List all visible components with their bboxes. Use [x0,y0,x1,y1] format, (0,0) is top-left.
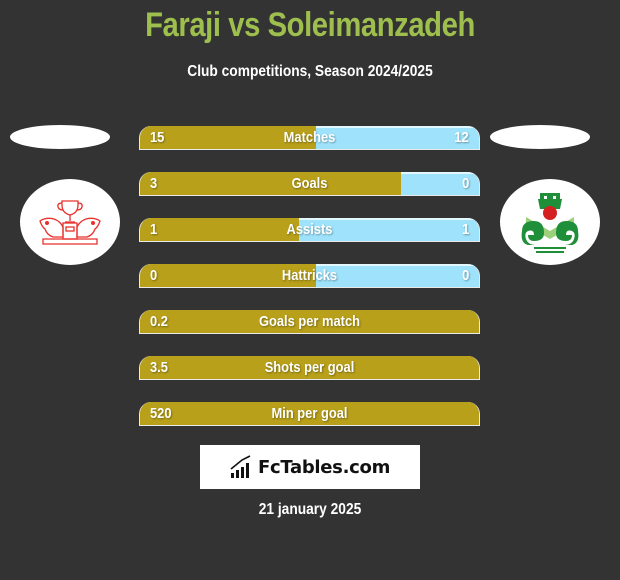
fctables-brand-banner[interactable]: FcTables.com [200,445,420,489]
right-value: 1 [461,221,469,238]
stat-label: Assists [286,221,333,238]
stat-bar-hattricks: 0 Hattricks 0 [139,264,480,288]
club-crest-trophy-lions-icon [39,200,101,245]
left-player-name-placeholder [10,125,110,149]
season-subtitle: Club competitions, Season 2024/2025 [187,63,433,80]
zob-ahan-crest-icon [521,193,579,253]
stat-label: Min per goal [271,405,348,422]
right-value: 12 [454,129,469,146]
stat-label: Goals [291,175,328,192]
right-player-name-placeholder [490,125,590,149]
stat-label: Shots per goal [264,359,355,376]
stat-bar-goals: 3 Goals 0 [139,172,480,196]
bar-chart-trend-icon [230,455,251,478]
report-date: 21 january 2025 [258,501,362,518]
brand-name: FcTables.com [257,456,391,478]
left-value: 3 [150,175,158,192]
stat-label: Hattricks [281,267,338,284]
right-club-logo[interactable] [500,179,600,265]
stat-bar-shots-per-goal: 3.5 Shots per goal [139,356,480,380]
stat-label: Matches [283,129,336,146]
right-value: 0 [461,267,469,284]
right-value: 0 [461,175,469,192]
stat-bar-min-per-goal: 520 Min per goal [139,402,480,426]
left-value: 0 [150,267,158,284]
page-title: Faraji vs Soleimanzadeh [145,6,475,44]
stat-bar-matches: 15 Matches 12 [139,126,480,150]
stat-bar-goals-per-match: 0.2 Goals per match [139,310,480,334]
stat-bar-assists: 1 Assists 1 [139,218,480,242]
left-club-logo[interactable] [20,179,120,265]
stat-label: Goals per match [258,313,361,330]
left-value: 15 [150,129,165,146]
left-value: 1 [150,221,158,238]
